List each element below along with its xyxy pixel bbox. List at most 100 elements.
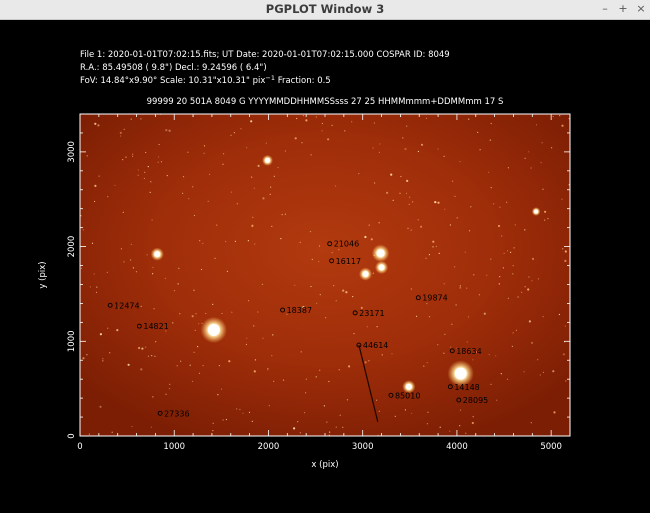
background-star	[262, 197, 265, 200]
background-star	[281, 214, 283, 216]
background-star	[315, 376, 317, 378]
background-star	[273, 380, 275, 382]
background-star	[265, 142, 267, 144]
bright-star	[154, 251, 161, 258]
background-star	[294, 137, 297, 140]
background-star	[253, 187, 255, 189]
background-star	[323, 405, 325, 407]
background-star	[230, 191, 232, 193]
background-star	[93, 273, 95, 275]
background-star	[493, 203, 495, 205]
minimize-icon[interactable]: –	[598, 2, 612, 16]
background-star	[193, 351, 195, 353]
x-tick-label: 5000	[540, 442, 562, 452]
header-line-2: R.A.: 85.49508 ( 9.8") Decl.: 9.24596 ( …	[80, 63, 267, 73]
background-star	[202, 242, 204, 245]
y-axis-label: y (pix)	[38, 261, 48, 288]
background-star	[302, 115, 304, 117]
background-star	[179, 313, 181, 315]
background-star	[364, 361, 367, 364]
background-star	[268, 405, 270, 407]
background-star	[406, 125, 408, 127]
background-star	[451, 323, 453, 325]
background-star	[89, 286, 91, 288]
background-star	[257, 164, 260, 167]
background-star	[143, 177, 145, 180]
background-star	[125, 156, 127, 158]
background-star	[499, 276, 501, 278]
background-star	[192, 186, 194, 188]
background-star	[459, 409, 462, 411]
background-star	[119, 131, 122, 134]
background-star	[507, 167, 509, 169]
background-star	[199, 240, 201, 242]
maximize-icon[interactable]: +	[616, 2, 630, 16]
background-star	[479, 149, 481, 151]
background-star	[137, 169, 139, 171]
background-star	[284, 150, 286, 152]
background-star	[242, 412, 244, 414]
background-star	[253, 370, 256, 373]
title-bar[interactable]: PGPLOT Window 3 – + ×	[0, 0, 650, 20]
background-star	[200, 268, 203, 271]
background-star	[353, 333, 355, 335]
background-star	[335, 300, 337, 302]
object-label: 28095	[463, 396, 488, 405]
close-icon[interactable]: ×	[634, 2, 648, 16]
background-star	[372, 272, 374, 274]
background-star	[342, 426, 344, 428]
background-star	[94, 184, 97, 187]
background-star	[250, 120, 253, 123]
background-star	[542, 371, 545, 373]
background-star	[225, 240, 227, 243]
background-star	[486, 274, 488, 276]
background-star	[147, 166, 149, 168]
bright-star	[378, 264, 385, 271]
header-line-3: FoV: 14.84°x9.90° Scale: 10.31"x10.31" p…	[80, 74, 331, 86]
background-star	[203, 145, 206, 147]
background-star	[381, 354, 383, 356]
background-star	[280, 238, 282, 240]
background-star	[466, 341, 468, 343]
background-star	[437, 201, 440, 204]
background-star	[187, 151, 189, 153]
background-star	[346, 399, 349, 401]
bright-star	[207, 323, 220, 336]
background-star	[489, 139, 491, 141]
background-star	[449, 430, 451, 432]
image-field	[80, 114, 570, 436]
background-star	[515, 329, 518, 331]
background-star	[443, 155, 445, 157]
header-line-1: File 1: 2020-01-01T07:02:15.fits; UT Dat…	[80, 50, 450, 60]
object-label: 44614	[363, 341, 388, 350]
background-star	[564, 250, 567, 253]
background-star	[544, 210, 547, 213]
background-star	[438, 252, 440, 254]
object-label: 21046	[334, 240, 359, 249]
background-star	[444, 208, 446, 210]
background-star	[130, 243, 132, 245]
background-star	[269, 193, 271, 195]
background-star	[402, 137, 404, 139]
background-star	[146, 254, 148, 256]
background-star	[331, 252, 333, 254]
background-star	[247, 240, 249, 242]
background-star	[251, 224, 254, 227]
background-star	[144, 171, 146, 173]
background-star	[270, 186, 272, 188]
background-star	[262, 337, 264, 339]
background-star	[514, 224, 516, 226]
background-star	[511, 345, 513, 347]
background-star	[189, 364, 191, 366]
background-star	[530, 167, 532, 169]
object-label: 18387	[287, 306, 312, 315]
bright-star	[454, 367, 467, 380]
background-star	[496, 399, 498, 401]
background-star	[282, 379, 285, 381]
background-star	[468, 118, 470, 120]
background-star	[535, 124, 538, 126]
background-star	[338, 369, 340, 371]
background-star	[220, 388, 222, 390]
background-star	[147, 355, 150, 357]
background-star	[499, 206, 501, 208]
